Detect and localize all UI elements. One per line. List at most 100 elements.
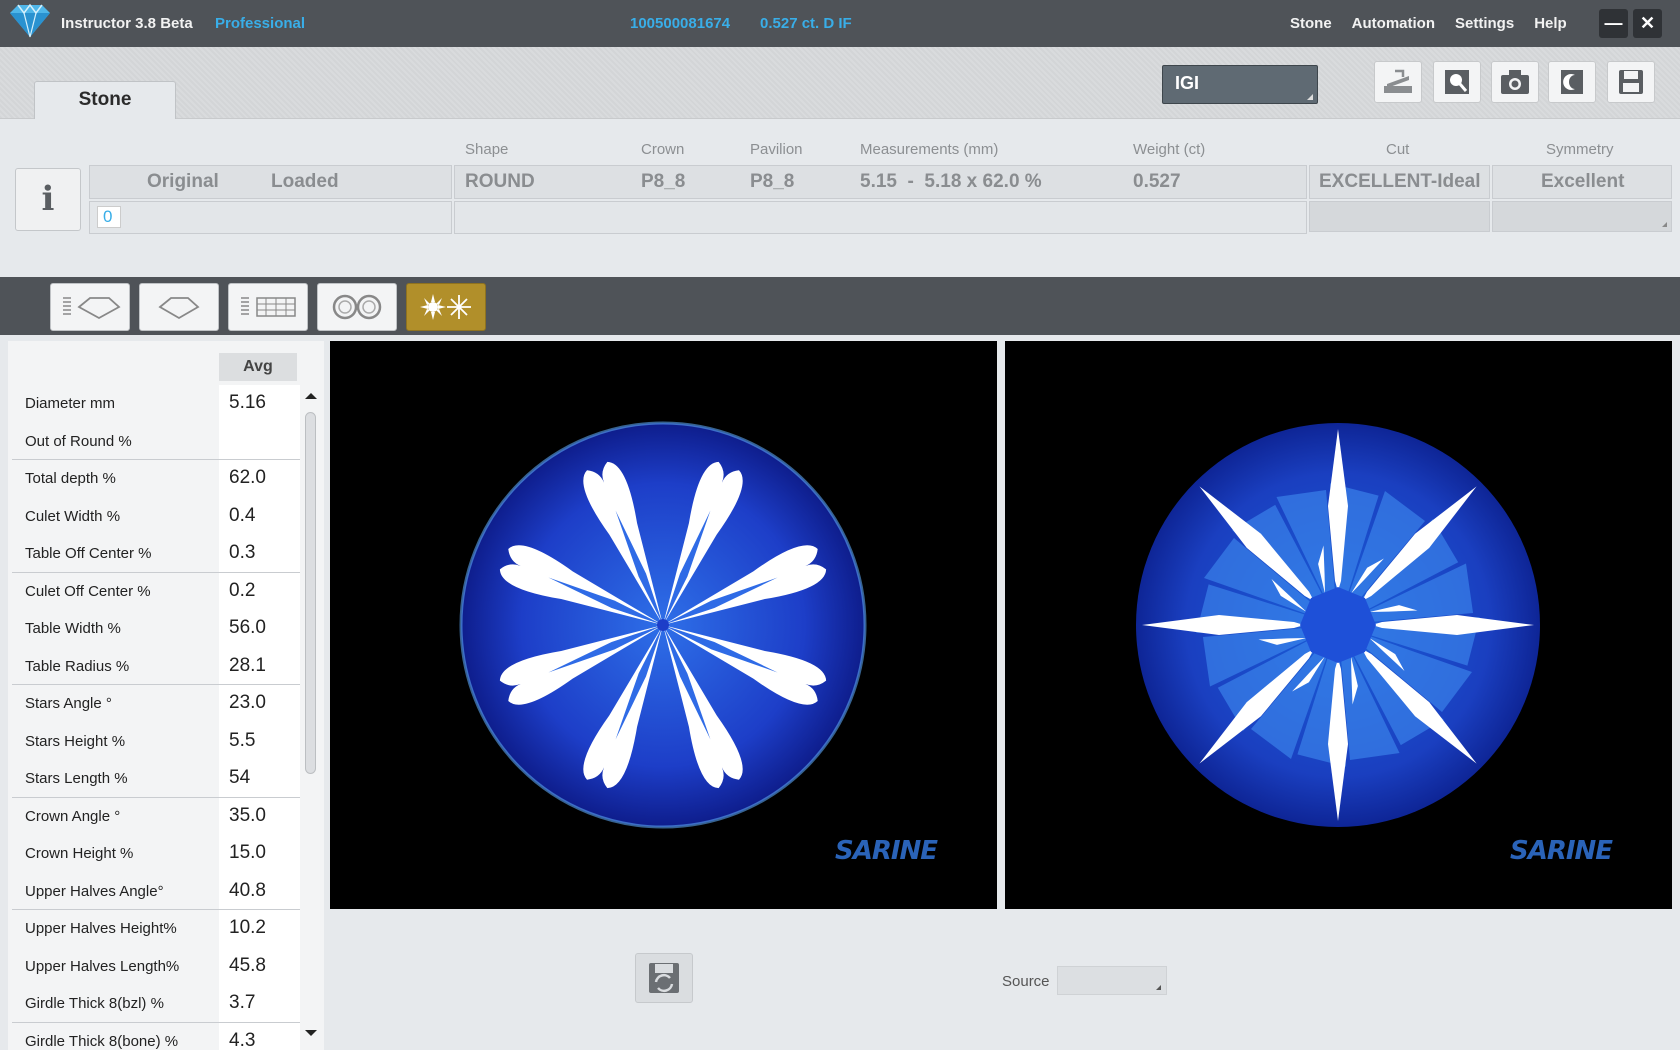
app-title: Instructor 3.8 Beta xyxy=(61,15,193,32)
view-rings-button[interactable] xyxy=(317,283,397,331)
param-label: Upper Halves Length% xyxy=(25,957,180,975)
scroll-up-icon[interactable] xyxy=(305,393,317,399)
symmetry-subcell xyxy=(1492,201,1672,232)
resize-corner-icon[interactable] xyxy=(1662,222,1667,227)
hearts-diamond-image xyxy=(459,421,867,829)
stone-id: 100500081674 xyxy=(630,15,731,32)
loaded-label[interactable]: Loaded xyxy=(271,171,339,193)
save-icon xyxy=(1619,70,1643,94)
pavilion-value: P8_8 xyxy=(750,171,795,192)
dropdown-corner-icon xyxy=(1156,985,1161,990)
list-table-view-icon xyxy=(241,297,296,317)
param-avg-value[interactable]: 45.8 xyxy=(219,947,300,985)
arrows-diamond-image xyxy=(1136,423,1540,827)
param-label: Table Radius % xyxy=(25,657,130,675)
param-avg-value[interactable]: 28.1 xyxy=(219,647,300,685)
lab-select[interactable]: IGI xyxy=(1162,65,1318,104)
header-weight: Weight (ct) xyxy=(1133,141,1206,158)
param-row: Total depth % 62.0 xyxy=(12,460,300,498)
original-label[interactable]: Original xyxy=(147,171,219,193)
import-icon xyxy=(1384,69,1412,93)
tab-strip xyxy=(0,47,1680,119)
param-row: Upper Halves Angle° 40.8 xyxy=(12,872,300,910)
param-row: Culet Width % 0.4 xyxy=(12,497,300,535)
cut-value: EXCELLENT-Ideal xyxy=(1319,171,1481,192)
view-profile-button[interactable] xyxy=(139,283,219,331)
param-avg-value[interactable]: 4.3 xyxy=(219,1022,300,1050)
param-avg-value[interactable]: 56.0 xyxy=(219,610,300,648)
param-avg-value[interactable]: 0.3 xyxy=(219,535,300,573)
sarine-watermark: SARINE xyxy=(835,836,938,866)
scroll-down-icon[interactable] xyxy=(305,1030,317,1036)
camera-icon xyxy=(1501,70,1529,94)
param-row: Diameter mm 5.16 xyxy=(12,385,300,423)
save-image-button[interactable] xyxy=(635,953,693,1003)
menu-help[interactable]: Help xyxy=(1534,15,1567,32)
param-avg-value[interactable]: 5.16 xyxy=(219,385,300,423)
param-avg-value[interactable]: 40.8 xyxy=(219,872,300,910)
menu-settings[interactable]: Settings xyxy=(1455,15,1514,32)
close-button[interactable]: ✕ xyxy=(1633,9,1662,38)
avg-column-header: Avg xyxy=(219,353,297,381)
param-row: Table Width % 56.0 xyxy=(12,610,300,648)
double-ring-view-icon xyxy=(332,294,382,320)
header-crown: Crown xyxy=(641,141,685,158)
param-row: Girdle Thick 8(bone) % 4.3 xyxy=(12,1022,300,1050)
param-avg-value[interactable]: 10.2 xyxy=(219,910,300,948)
view-table-button[interactable] xyxy=(228,283,308,331)
param-avg-value[interactable]: 5.5 xyxy=(219,722,300,760)
group-divider xyxy=(12,796,300,798)
header-symmetry: Symmetry xyxy=(1546,141,1614,158)
import-button[interactable] xyxy=(1374,61,1422,103)
close-icon: ✕ xyxy=(1639,13,1656,33)
group-divider xyxy=(12,1021,300,1023)
save-top-button[interactable] xyxy=(1607,61,1655,103)
counter-cell xyxy=(89,201,452,234)
report-icon xyxy=(1561,70,1583,94)
param-avg-value[interactable]: 15.0 xyxy=(219,835,300,873)
source-label: Source xyxy=(1002,973,1050,990)
capture-button[interactable] xyxy=(1491,61,1539,103)
cut-subcell xyxy=(1309,201,1490,232)
param-avg-value[interactable]: 0.2 xyxy=(219,572,300,610)
param-avg-value[interactable]: 0.4 xyxy=(219,497,300,535)
param-avg-value[interactable]: 3.7 xyxy=(219,985,300,1023)
param-avg-value[interactable] xyxy=(219,422,300,460)
param-avg-value[interactable]: 35.0 xyxy=(219,797,300,835)
symmetry-value: Excellent xyxy=(1541,171,1625,192)
param-avg-value[interactable]: 54 xyxy=(219,760,300,798)
diamond-logo-icon xyxy=(10,3,50,38)
counter-value: 0 xyxy=(97,206,121,228)
info-icon: i xyxy=(41,179,55,219)
param-label: Upper Halves Angle° xyxy=(25,882,164,900)
inspect-button[interactable] xyxy=(1433,61,1481,103)
param-label: Crown Height % xyxy=(25,845,134,862)
param-label: Girdle Thick 8(bone) % xyxy=(25,1032,179,1050)
hearts-image-panel[interactable]: SARINE xyxy=(330,341,997,909)
arrows-image-panel[interactable]: SARINE xyxy=(1005,341,1672,909)
tab-stone[interactable]: Stone xyxy=(34,81,176,119)
param-label: Diameter mm xyxy=(25,395,116,412)
param-label: Stars Height % xyxy=(25,732,126,750)
view-side-list-button[interactable] xyxy=(50,283,130,331)
edition-label: Professional xyxy=(215,15,306,32)
menu-automation[interactable]: Automation xyxy=(1352,15,1435,32)
param-avg-value[interactable]: 62.0 xyxy=(219,460,300,498)
save-refresh-icon xyxy=(649,963,679,993)
param-avg-value[interactable]: 23.0 xyxy=(219,685,300,723)
group-divider xyxy=(12,684,300,685)
header-cut: Cut xyxy=(1386,141,1410,158)
param-label: Upper Halves Height% xyxy=(25,920,177,937)
minimize-button[interactable]: — xyxy=(1599,9,1628,38)
minimize-icon: — xyxy=(1604,13,1623,33)
info-button[interactable]: i xyxy=(15,168,81,231)
report-button[interactable] xyxy=(1548,61,1596,103)
crown-value: P8_8 xyxy=(641,171,686,192)
params-scrollbar-thumb[interactable] xyxy=(305,412,316,774)
source-select[interactable] xyxy=(1057,966,1167,995)
menu-stone[interactable]: Stone xyxy=(1290,15,1332,32)
stone-properties-subcell xyxy=(454,201,1307,234)
param-row: Girdle Thick 8(bzl) % 3.7 xyxy=(12,985,300,1023)
header-shape: Shape xyxy=(465,141,509,158)
view-hearts-arrows-button[interactable] xyxy=(406,283,486,331)
